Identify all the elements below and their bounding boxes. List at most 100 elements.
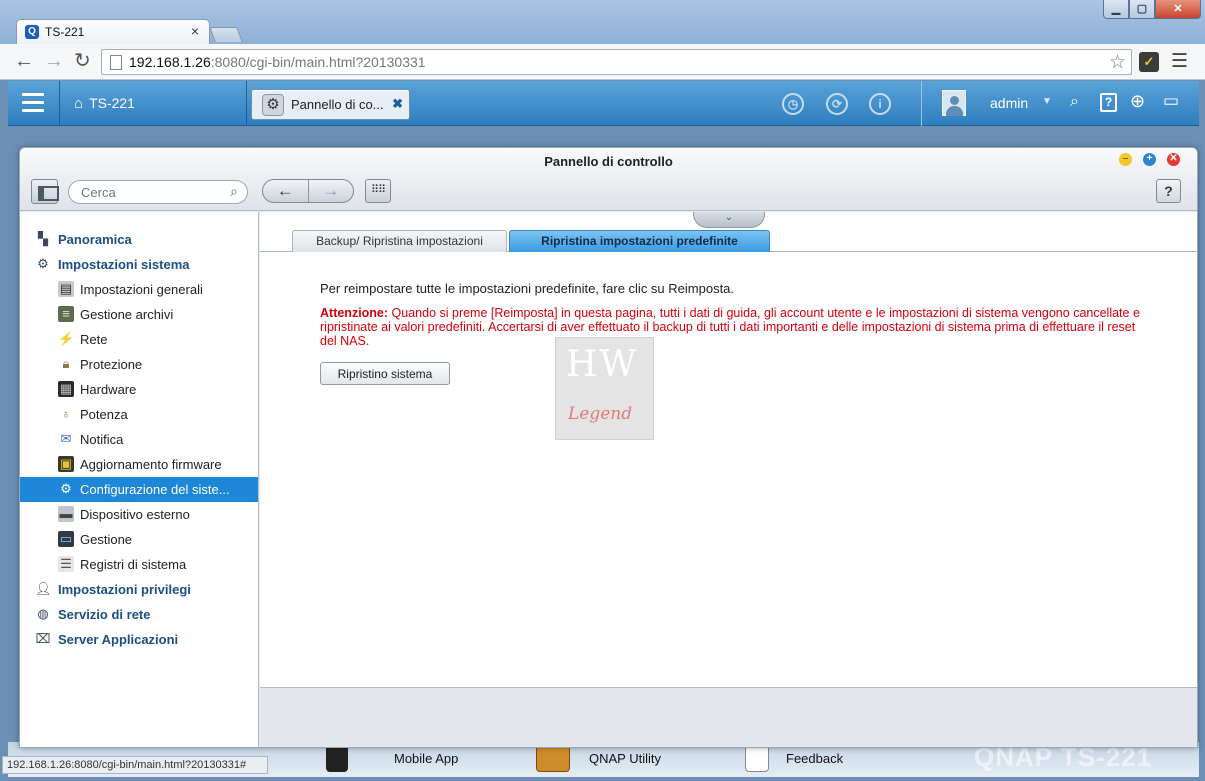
sidebar-item-impostazioni-sistema[interactable]: ⚙ Impostazioni sistema (20, 252, 258, 277)
sidebar-item-panoramica[interactable]: ▚ Panoramica (20, 227, 258, 252)
minimize-icon[interactable]: – (1119, 153, 1132, 166)
hardware-icon: ▦ (58, 381, 74, 397)
inbox-icon: ⌧ (35, 631, 51, 646)
browser-tab[interactable]: Q TS-221 × (16, 19, 210, 44)
chevron-down-icon[interactable]: ▼ (1042, 96, 1052, 107)
language-globe-icon[interactable]: ⊕ (1130, 91, 1145, 112)
forward-arrow-icon[interactable]: → (307, 180, 354, 202)
sidebar-item-rete[interactable]: ⚡ Rete (20, 327, 258, 352)
desktop-preferences-icon[interactable]: ▭ (1163, 91, 1179, 111)
settings-doc-icon: ▤ (58, 281, 74, 297)
notifications-icon[interactable]: i (869, 93, 891, 115)
reset-description: Per reimpostare tutte le impostazioni pr… (320, 281, 735, 296)
warning-label: Attenzione: (320, 306, 389, 320)
sidebar-item-potenza[interactable]: ♁ Potenza (20, 402, 258, 427)
toggle-view-button[interactable] (31, 179, 59, 204)
dock-item-qnap-utility[interactable]: QNAP Utility (589, 751, 661, 766)
storage-icon: ≡ (58, 306, 74, 322)
browser-toolbar: ← → ↻ 192.168.1.26:8080/cgi-bin/main.htm… (0, 44, 1205, 80)
window-controls: ▁ ▢ ✕ (1103, 0, 1201, 20)
bulb-icon: ♁ (61, 406, 71, 421)
maximize-window-button[interactable]: ▢ (1129, 0, 1155, 19)
home-label: TS-221 (89, 95, 135, 111)
avatar[interactable] (942, 90, 966, 116)
watermark-logo: HW Legend (555, 337, 654, 440)
content-tabs: Backup/ Ripristina impostazioni Ripristi… (260, 228, 1197, 252)
qnap-top-bar: ⌂ TS-221 ⚙ Pannello di co... ✖ ◷ ⟳ i admi… (8, 81, 1199, 126)
address-bar[interactable]: 192.168.1.26:8080/cgi-bin/main.html?2013… (101, 49, 1132, 75)
minimize-window-button[interactable]: ▁ (1103, 0, 1129, 19)
browser-tab-title: TS-221 (45, 25, 85, 39)
sidebar-item-servizio-rete[interactable]: ◍ Servizio di rete (20, 602, 258, 627)
history-nav: ← → (262, 179, 354, 203)
tab-ripristina-predefinite[interactable]: Ripristina impostazioni predefinite (509, 230, 770, 252)
back-arrow-icon[interactable]: ← (14, 51, 34, 71)
main-content: ⌄ Backup/ Ripristina impostazioni Ripris… (260, 212, 1197, 747)
help-icon[interactable]: ? (1100, 93, 1117, 112)
window-title: Pannello di controllo (544, 154, 673, 169)
page-icon (110, 55, 122, 70)
all-apps-grid-icon[interactable]: ⠿⠿ (365, 179, 391, 203)
app-tab-close-icon[interactable]: ✖ (392, 96, 403, 112)
sidebar-item-configurazione-sistema[interactable]: ⚙ Configurazione del siste... (20, 477, 258, 502)
username-label[interactable]: admin (990, 95, 1028, 111)
sidebar-item-impostazioni-generali[interactable]: ▤ Impostazioni generali (20, 277, 258, 302)
home-button[interactable]: ⌂ TS-221 (74, 95, 135, 112)
qnap-favicon-icon: Q (25, 25, 39, 39)
globe-icon: ◍ (37, 606, 49, 621)
sidebar-item-gestione[interactable]: ▭ Gestione (20, 527, 258, 552)
dock-item-feedback[interactable]: Feedback (786, 751, 843, 766)
gear-icon: ⚙ (37, 256, 49, 271)
maximize-icon[interactable]: + (1143, 153, 1156, 166)
external-device-icon: ▬ (58, 506, 74, 522)
background-tasks-icon[interactable]: ◷ (782, 93, 804, 115)
external-devices-icon[interactable]: ⟳ (826, 93, 848, 115)
collapse-chevron-icon[interactable]: ⌄ (693, 212, 765, 228)
reload-icon[interactable]: ↻ (74, 51, 91, 71)
firmware-icon: ▣ (58, 456, 74, 472)
close-window-button[interactable]: ✕ (1155, 0, 1201, 19)
warning-text: Quando si preme [Reimposta] in questa pa… (320, 306, 1140, 348)
dock-item-mobile-app[interactable]: Mobile App (394, 751, 458, 766)
user-icon: 👤︎ (35, 581, 52, 596)
sidebar-item-impostazioni-privilegi[interactable]: 👤︎ Impostazioni privilegi (20, 577, 258, 602)
sidebar-item-hardware[interactable]: ▦ Hardware (20, 377, 258, 402)
back-arrow-icon[interactable]: ← (263, 180, 308, 202)
system-reset-button[interactable]: Ripristino sistema (320, 362, 450, 385)
help-button[interactable]: ? (1156, 179, 1181, 203)
browser-menu-icon[interactable]: ☰ (1171, 50, 1188, 73)
search-input[interactable] (81, 184, 221, 200)
sidebar-item-notifica[interactable]: ✉ Notifica (20, 427, 258, 452)
system-config-icon: ⚙ (60, 481, 72, 496)
browser-titlebar: Q TS-221 × ▁ ▢ ✕ (0, 0, 1205, 44)
control-panel-window: Pannello di controllo – + ✕ ⌕ ← → ⠿⠿ ? ▚… (19, 147, 1198, 748)
search-icon[interactable]: ⌕ (230, 183, 238, 200)
app-tab-control-panel[interactable]: ⚙ Pannello di co... ✖ (251, 89, 410, 120)
sidebar-item-registri-sistema[interactable]: ☰ Registri di sistema (20, 552, 258, 577)
close-icon[interactable]: ✕ (1167, 153, 1180, 166)
notification-icon: ✉ (60, 431, 72, 446)
search-icon[interactable]: ⌕ (1070, 93, 1079, 111)
sidebar-item-protezione[interactable]: 🔒︎ Protezione (20, 352, 258, 377)
forward-arrow-icon[interactable]: → (44, 51, 64, 71)
reset-warning: Attenzione: Quando si preme [Reimposta] … (320, 306, 1140, 348)
tab-backup-ripristina[interactable]: Backup/ Ripristina impostazioni (292, 230, 507, 252)
new-tab-button[interactable] (209, 27, 243, 42)
extension-icon[interactable]: ✓ (1139, 52, 1159, 72)
log-icon: ☰ (58, 556, 74, 572)
bookmark-star-icon[interactable]: ☆ (1109, 51, 1126, 74)
sidebar-item-dispositivo-esterno[interactable]: ▬ Dispositivo esterno (20, 502, 258, 527)
status-bar-url: 192.168.1.26:8080/cgi-bin/main.html?2013… (2, 756, 268, 774)
sidebar-item-gestione-archivi[interactable]: ≡ Gestione archivi (20, 302, 258, 327)
app-tab-title: Pannello di co... (291, 97, 384, 112)
content-footer (260, 687, 1197, 747)
sidebar-item-aggiornamento-firmware[interactable]: ▣ Aggiornamento firmware (20, 452, 258, 477)
search-field[interactable]: ⌕ (68, 180, 248, 204)
tab-close-icon[interactable]: × (191, 23, 199, 39)
lock-icon: 🔒︎ (62, 356, 70, 371)
sidebar-item-server-applicazioni[interactable]: ⌧ Server Applicazioni (20, 627, 258, 652)
url-text: 192.168.1.26:8080/cgi-bin/main.html?2013… (129, 54, 426, 70)
network-icon: ⚡ (58, 331, 75, 346)
window-header: Pannello di controllo – + ✕ ⌕ ← → ⠿⠿ ? (20, 148, 1197, 211)
main-menu-icon[interactable] (22, 93, 44, 113)
